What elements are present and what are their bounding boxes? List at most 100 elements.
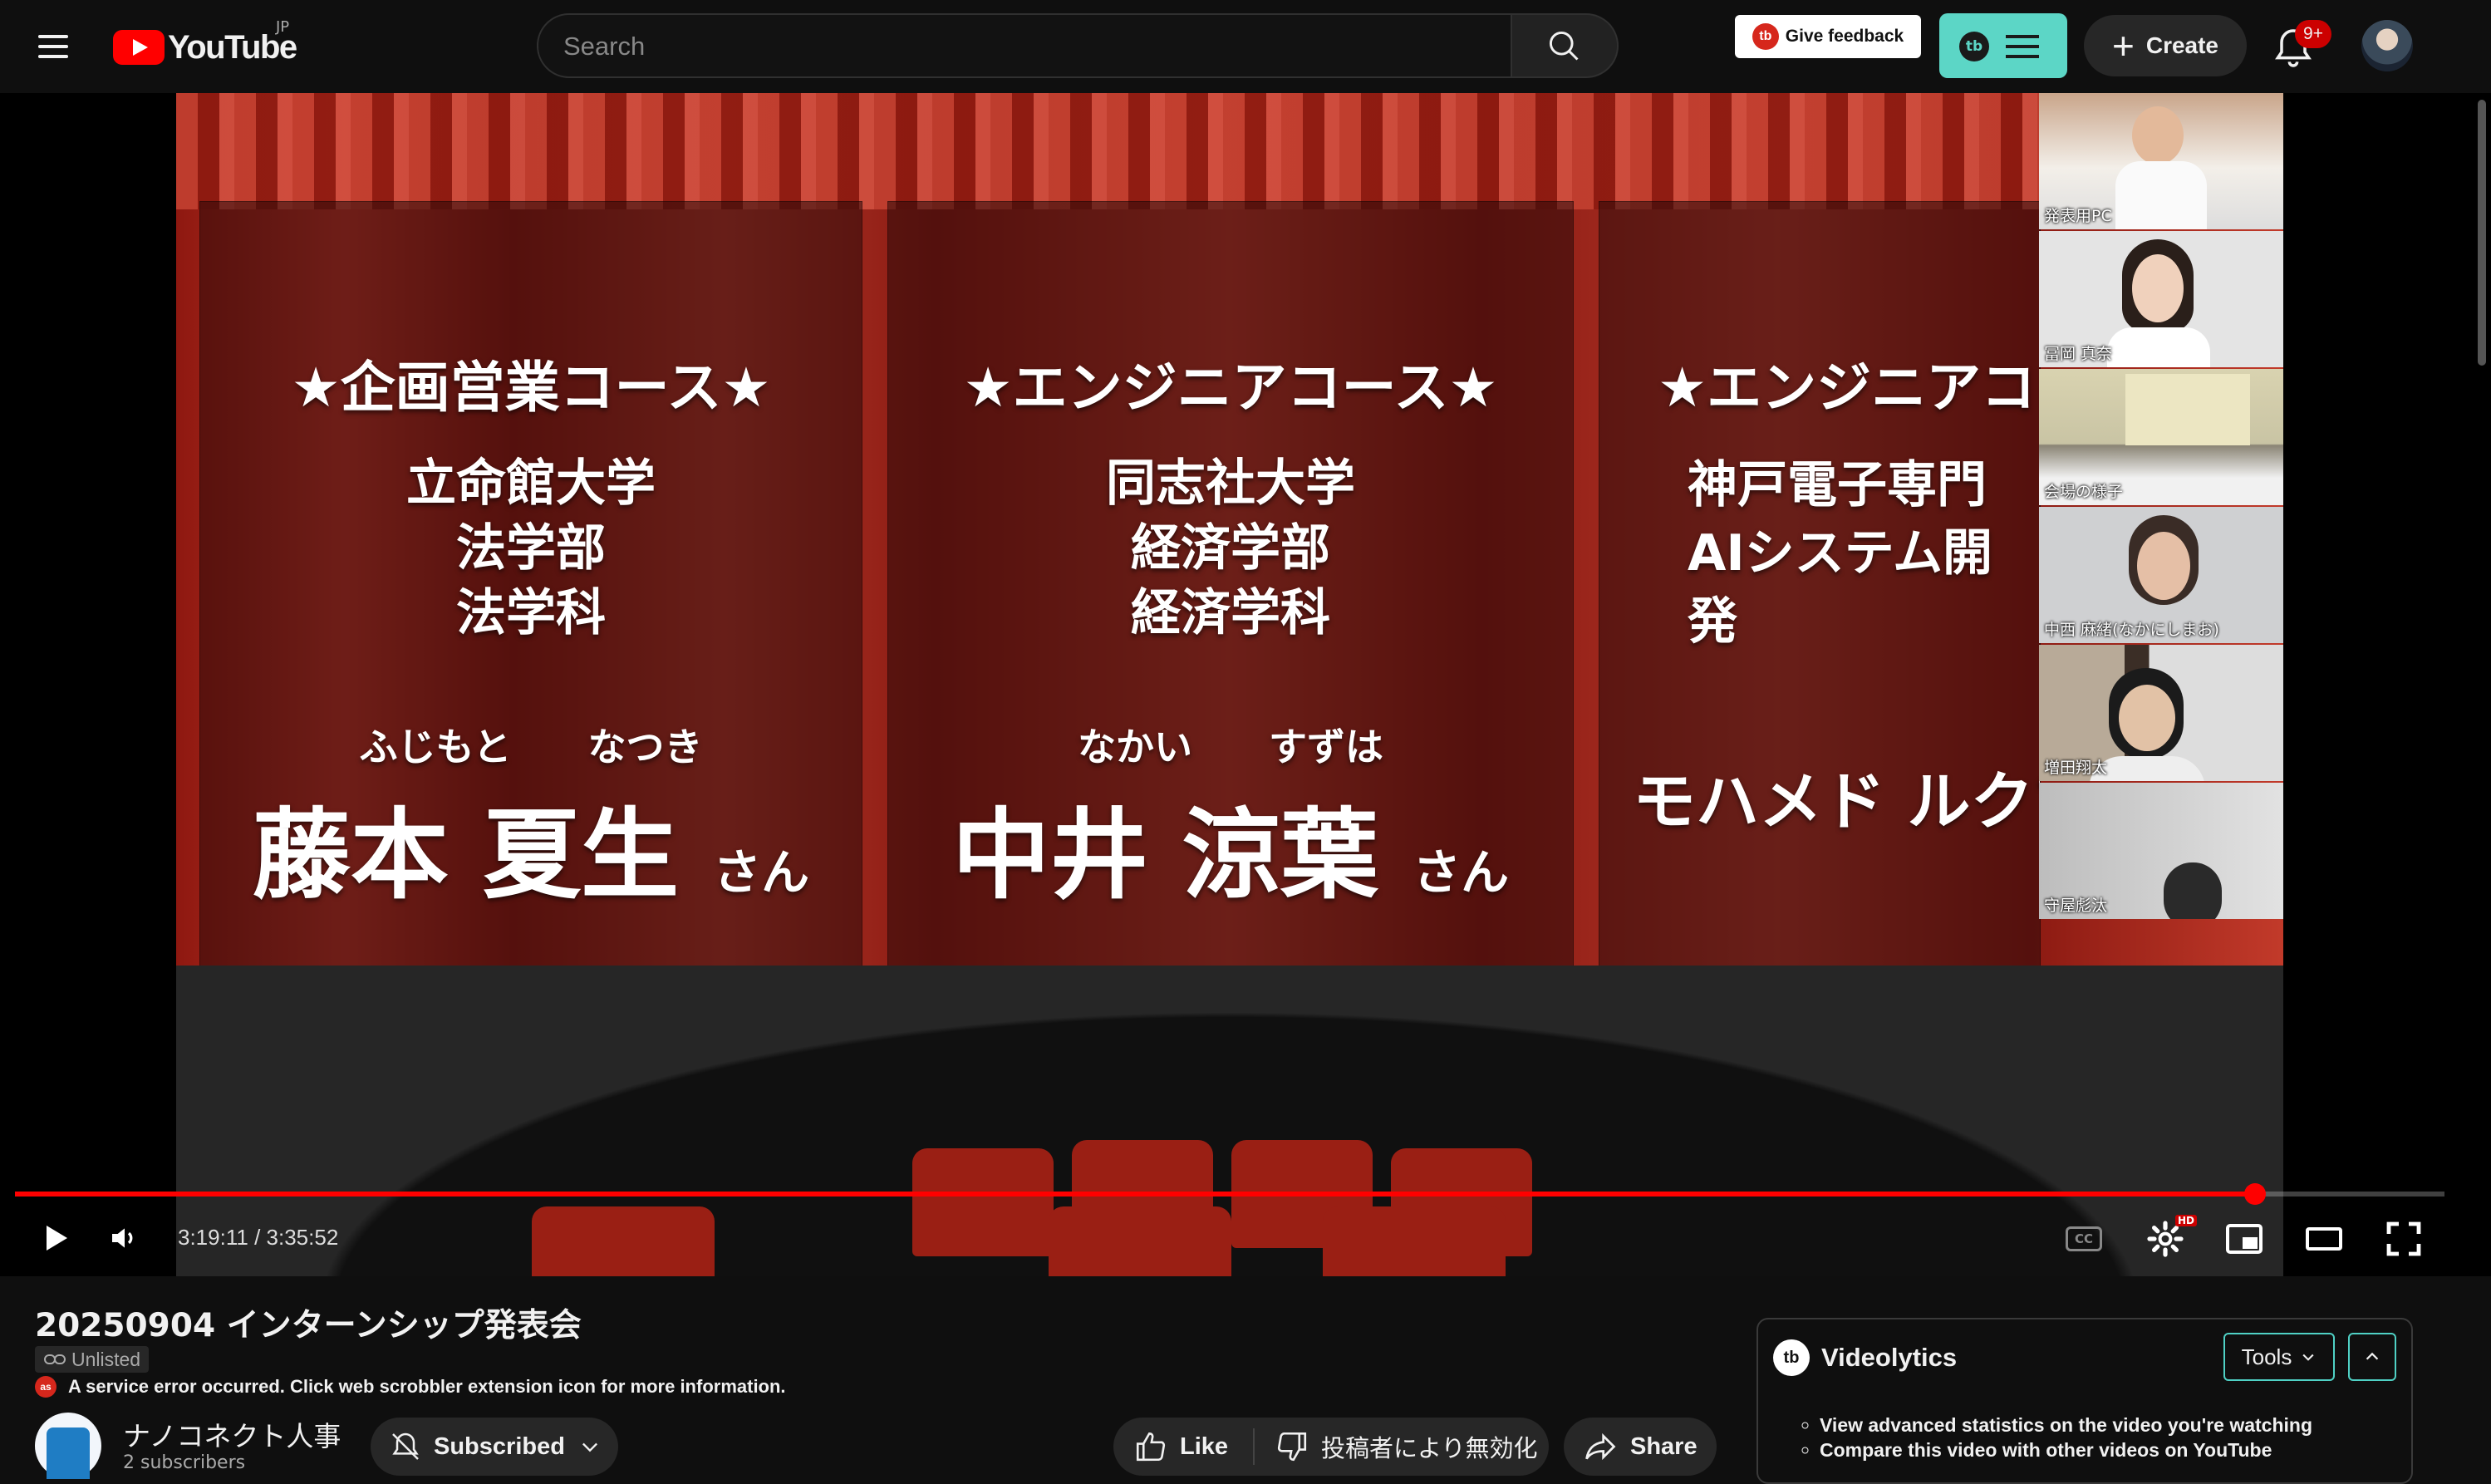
time-display: 3:19:11 / 3:35:52 xyxy=(178,1225,338,1251)
like-dislike-group: Like 投稿者により無効化 xyxy=(1113,1418,1549,1476)
participant-name: 発表用PC xyxy=(2044,207,2112,225)
ruby-family: ふじもと xyxy=(359,725,512,769)
share-button[interactable]: Share xyxy=(1564,1418,1717,1476)
tubebuddy-icon: tb xyxy=(1959,32,1989,61)
participant-tile: 守屋彪汰 xyxy=(2039,783,2283,919)
collapse-panel-button[interactable] xyxy=(2348,1333,2396,1381)
lastfm-icon: as xyxy=(35,1376,57,1398)
video-player[interactable]: ★企画営業コース★ 立命館大学 法学部 法学科 ふじもと なつき 藤本 夏生 さ… xyxy=(0,93,2491,1276)
scrubber-handle[interactable] xyxy=(2243,1183,2266,1205)
fullscreen-button[interactable] xyxy=(2381,1216,2426,1261)
plus-icon: + xyxy=(2111,24,2135,67)
search-input[interactable] xyxy=(562,15,1479,78)
guide-menu-button[interactable] xyxy=(33,27,73,66)
slide-name: 中井 涼葉 さん xyxy=(888,775,1573,917)
like-label: Like xyxy=(1180,1432,1229,1460)
hamburger-icon xyxy=(2006,35,2039,58)
chevron-down-icon xyxy=(2302,1354,2314,1361)
error-message: A service error occurred. Click web scro… xyxy=(68,1376,786,1397)
youtube-logo[interactable]: YouTube xyxy=(113,27,297,68)
like-button[interactable]: Like xyxy=(1113,1428,1255,1465)
play-icon[interactable] xyxy=(38,1221,71,1255)
unlisted-badge: Unlisted xyxy=(35,1346,150,1373)
theater-seat xyxy=(1049,1206,1231,1276)
slide-headline: ★企画営業コース★ xyxy=(291,356,771,420)
slide-name: 藤本 夏生 さん xyxy=(200,775,862,917)
visibility-label: Unlisted xyxy=(71,1348,141,1370)
tools-dropdown[interactable]: Tools xyxy=(2223,1333,2335,1381)
progress-bar[interactable] xyxy=(15,1192,2444,1197)
logo-region: JP xyxy=(276,18,290,36)
tubebuddy-logo-icon: tb xyxy=(1773,1339,1810,1376)
feature-item: Compare this video with other videos on … xyxy=(1820,1437,2312,1462)
tubebuddy-logo-icon: tb xyxy=(1752,23,1779,50)
slide-ruby: なかい すずは xyxy=(888,717,1573,772)
search-box xyxy=(537,13,1512,78)
channel-avatar[interactable] xyxy=(35,1413,101,1479)
slide-name: モハメド ルクマ xyxy=(1633,764,2040,838)
theater-icon xyxy=(2306,1227,2342,1251)
slide-panel-1: ★企画営業コース★ 立命館大学 法学部 法学科 ふじもと なつき 藤本 夏生 さ… xyxy=(199,201,862,1034)
theater-mode-button[interactable] xyxy=(2302,1216,2346,1261)
subscribed-button[interactable]: Subscribed xyxy=(371,1418,618,1476)
slide-panel-2: ★エンジニアコース★ 同志社大学 経済学部 経済学科 なかい すずは 中井 涼葉… xyxy=(887,201,1574,1034)
ruby-given: すずは xyxy=(1269,725,1383,769)
chevron-down-icon xyxy=(582,1442,597,1452)
share-icon xyxy=(1585,1432,1616,1461)
name-text: 藤本 夏生 xyxy=(252,798,679,912)
participant-name: 増田翔太 xyxy=(2044,759,2108,777)
participant-name: 守屋彪汰 xyxy=(2044,897,2108,915)
slide-panel-3: ★エンジニアコ 神戸電子専門 AIシステム開発 モハメド ルクマ xyxy=(1599,201,2041,1034)
participant-tile: 発表用PC xyxy=(2039,93,2283,229)
time-separator: / xyxy=(254,1225,261,1250)
search-button[interactable] xyxy=(1512,13,1619,78)
page-scrollbar[interactable] xyxy=(2478,100,2486,366)
fullscreen-icon xyxy=(2386,1221,2421,1256)
participant-tile: 中西 麻緒(なかにしまお) xyxy=(2039,507,2283,643)
dislike-label: 投稿者により無効化 xyxy=(1321,1436,1538,1462)
hd-badge: HD xyxy=(2175,1215,2198,1226)
name-suffix: さん xyxy=(713,844,810,901)
thumbs-up-icon xyxy=(1136,1432,1166,1462)
chevron-up-icon xyxy=(2366,1352,2379,1360)
ruby-family: なかい xyxy=(1078,725,1192,769)
theater-seat xyxy=(532,1206,715,1276)
time-total: 3:35:52 xyxy=(266,1225,339,1250)
channel-name[interactable]: ナノコネクト人事 xyxy=(123,1414,341,1454)
subscribed-label: Subscribed xyxy=(434,1432,565,1460)
theater-seat xyxy=(1323,1206,1506,1276)
give-feedback-button[interactable]: tb Give feedback xyxy=(1735,15,1921,58)
subscriber-count: 2 subscribers xyxy=(123,1452,246,1473)
scrobbler-error[interactable]: as A service error occurred. Click web s… xyxy=(35,1376,786,1398)
theater-seat xyxy=(912,1148,1054,1256)
participant-tile: 増田翔太 xyxy=(2039,645,2283,781)
slide-headline: ★エンジニアコース★ xyxy=(963,356,1498,420)
slide-school: 立命館大学 法学部 法学科 xyxy=(406,455,656,642)
account-avatar[interactable] xyxy=(2361,20,2413,71)
cc-icon: CC xyxy=(2066,1226,2102,1251)
participant-gallery: 発表用PC 冨岡 真奈 会場の様子 中西 麻緒(なかにしまお) 増田翔太 守屋彪… xyxy=(2039,93,2283,924)
create-label: Create xyxy=(2145,32,2219,58)
progress-fill xyxy=(15,1192,2255,1197)
feedback-label: Give feedback xyxy=(1785,27,1904,46)
participant-name: 会場の様子 xyxy=(2044,483,2124,501)
create-button[interactable]: + Create xyxy=(2084,15,2247,76)
share-label: Share xyxy=(1630,1432,1698,1460)
tools-label: Tools xyxy=(2241,1344,2292,1369)
dislike-button[interactable]: 投稿者により無効化 xyxy=(1255,1429,1537,1464)
slide-school: 同志社大学 経済学部 経済学科 xyxy=(1106,455,1355,642)
notification-count-badge: 9+ xyxy=(2295,20,2331,48)
participant-tile: 冨岡 真奈 xyxy=(2039,231,2283,367)
tubebuddy-menu-button[interactable]: tb xyxy=(1939,13,2067,78)
captions-button[interactable]: CC xyxy=(2062,1216,2107,1261)
videolytics-title: Videolytics xyxy=(1821,1343,1958,1372)
video-title: 20250904 インターンシップ発表会 xyxy=(35,1307,582,1344)
link-icon xyxy=(44,1354,66,1364)
volume-icon[interactable] xyxy=(108,1221,141,1255)
participant-name: 冨岡 真奈 xyxy=(2044,345,2113,363)
slide-ruby: ふじもと なつき xyxy=(200,717,862,772)
videolytics-header: tb Videolytics xyxy=(1773,1339,1957,1376)
youtube-play-icon xyxy=(113,30,165,65)
miniplayer-button[interactable] xyxy=(2222,1216,2267,1261)
slide-school: 神戸電子専門 AIシステム開発 xyxy=(1688,456,1992,651)
